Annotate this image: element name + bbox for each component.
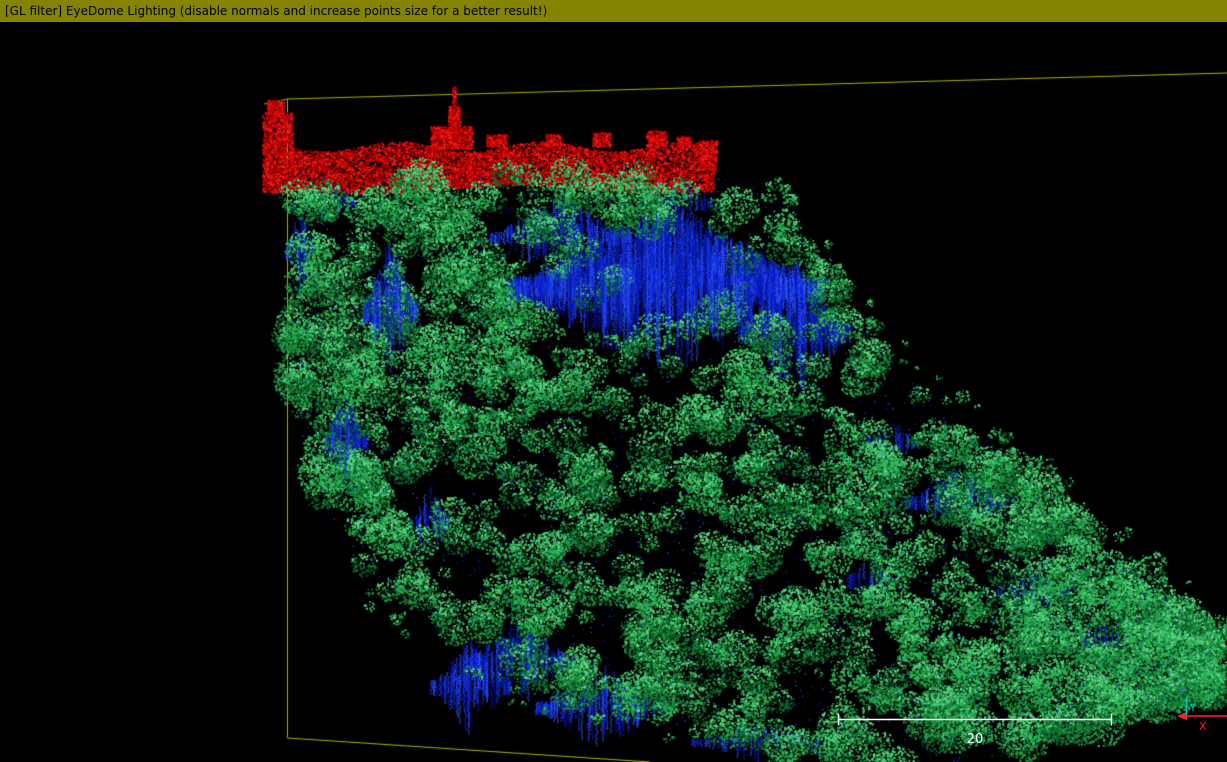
3d-viewport[interactable]: 20 X Y Z [0, 22, 1227, 762]
gl-filter-banner: [GL filter] EyeDome Lighting (disable no… [0, 0, 1227, 22]
point-cloud-canvas [0, 22, 1227, 762]
gl-filter-banner-text: [GL filter] EyeDome Lighting (disable no… [5, 4, 547, 18]
